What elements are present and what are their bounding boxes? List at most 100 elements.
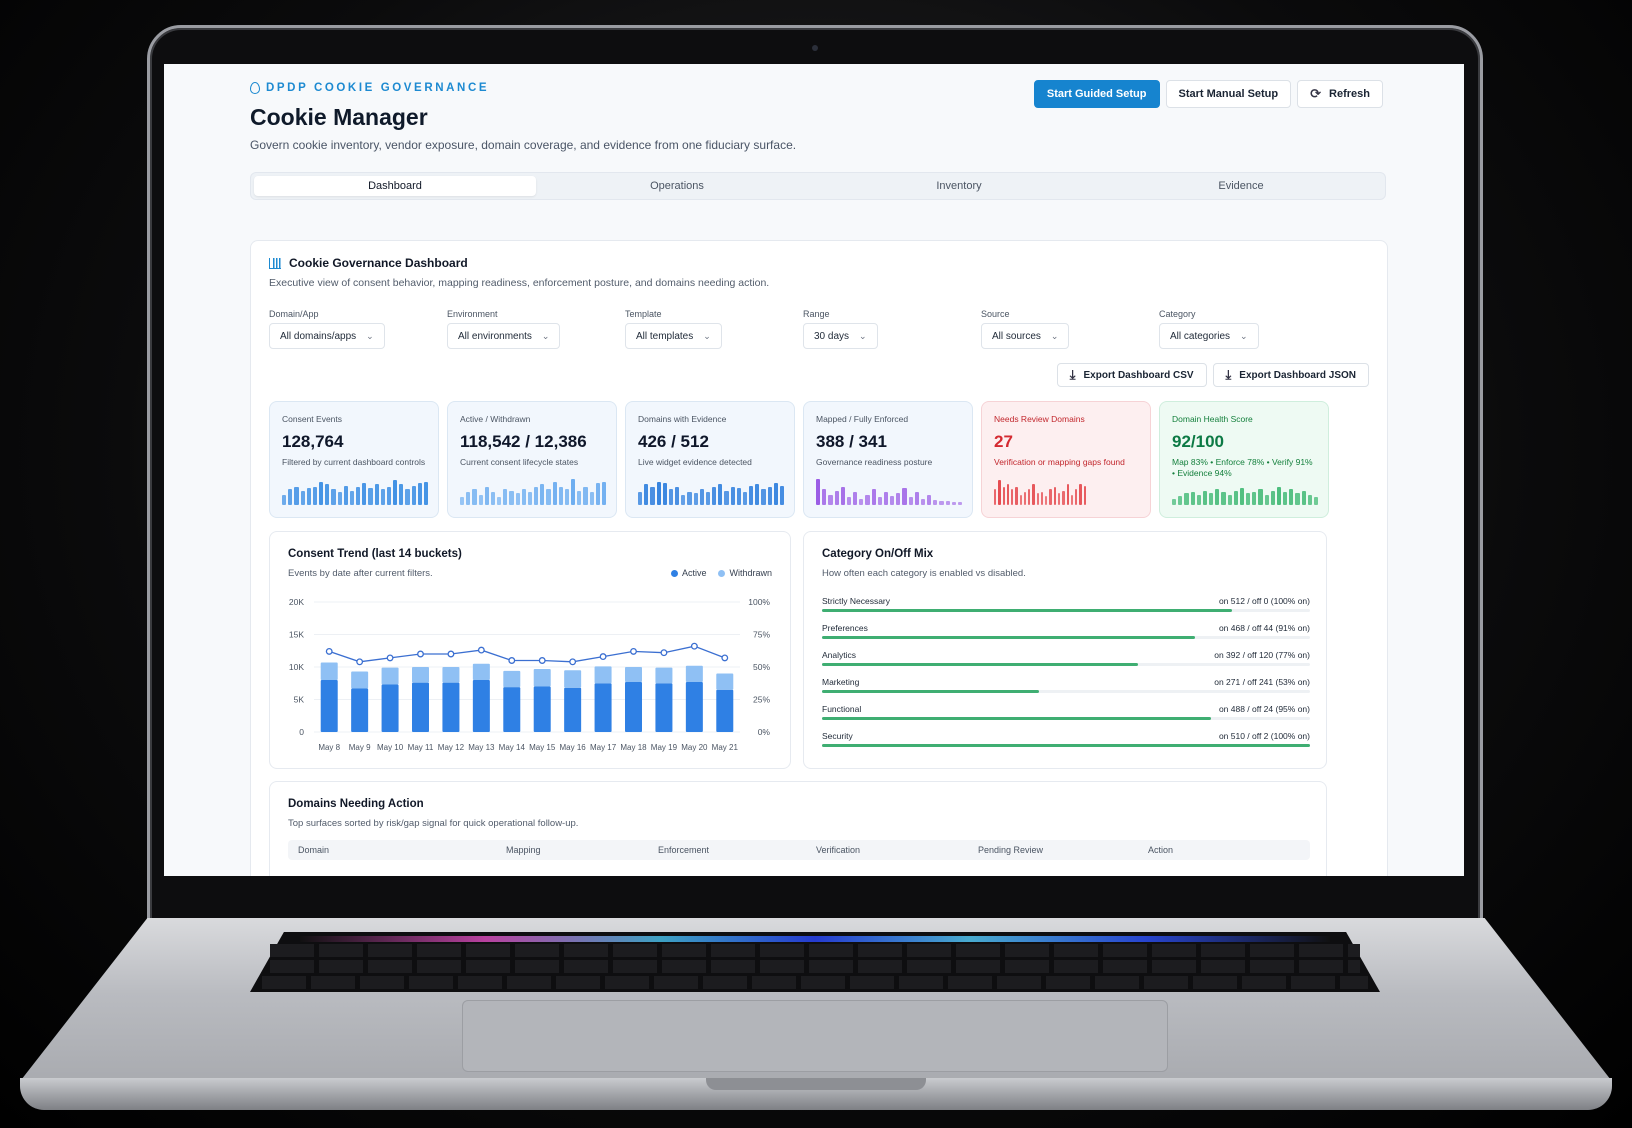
sparkline-bar — [1239, 488, 1245, 505]
keyboard-row — [270, 960, 1360, 973]
mix-track — [822, 663, 1310, 666]
x-tick-label: May 15 — [529, 743, 556, 752]
sparkline-bar — [331, 489, 336, 505]
kpi-row: Consent Events 128,764 Filtered by curre… — [269, 401, 1329, 518]
environment-select[interactable]: All environments ⌄ — [447, 323, 561, 349]
start-guided-setup-button[interactable]: Start Guided Setup — [1033, 80, 1160, 108]
sparkline-bar — [998, 480, 1001, 505]
sparkline-bar — [1032, 484, 1035, 505]
sparkline-bar — [1028, 489, 1031, 505]
x-tick-label: May 17 — [590, 743, 617, 752]
sparkline-bar — [1023, 492, 1027, 505]
sparkline-bar — [564, 489, 570, 505]
tab-dashboard[interactable]: Dashboard — [254, 176, 536, 196]
select-value: 30 days — [814, 330, 850, 342]
template-select[interactable]: All templates ⌄ — [625, 323, 722, 349]
filter-label: Domain/App — [269, 309, 319, 319]
sparkline-bar — [638, 492, 643, 505]
sparkline-bar — [393, 480, 398, 505]
mix-track — [822, 744, 1310, 747]
kpi-note: Filtered by current dashboard controls — [282, 457, 426, 467]
sparkline-bar — [478, 494, 483, 505]
sparkline-bar — [1045, 495, 1048, 505]
x-tick-label: May 20 — [681, 743, 708, 752]
bar-withdrawn — [625, 667, 642, 682]
select-value: All sources — [992, 330, 1041, 342]
keyboard-row — [262, 976, 1368, 989]
dashboard-title: Cookie Governance Dashboard — [269, 256, 468, 270]
sparkline-bar — [589, 492, 594, 505]
laptop-notch — [706, 1078, 926, 1090]
sparkline-bar — [1015, 486, 1018, 505]
legend-item-withdrawn[interactable]: Withdrawn — [718, 568, 772, 578]
select-value: All templates — [636, 330, 694, 342]
sparkline-bar — [571, 479, 576, 505]
sparkline-bar — [1040, 492, 1044, 505]
kpi-note: Map 83% • Enforce 78% • Verify 91% • Evi… — [1172, 457, 1313, 479]
droplet-icon — [250, 82, 260, 94]
mix-fill — [822, 690, 1040, 693]
sparkline-bar — [546, 489, 551, 505]
filter-source: Source All sources ⌄ — [981, 309, 1159, 349]
consent-trend-card: Consent Trend (last 14 buckets) Events b… — [269, 531, 791, 769]
tab-operations[interactable]: Operations — [536, 176, 818, 196]
x-tick-label: May 16 — [560, 743, 587, 752]
sparkline-bar — [730, 486, 735, 505]
mix-category-value: on 271 / off 241 (53% on) — [1214, 677, 1310, 687]
column-header[interactable]: Domain — [298, 845, 329, 855]
page-title: Cookie Manager — [250, 104, 428, 130]
mix-fill — [822, 636, 1196, 639]
column-header[interactable]: Enforcement — [658, 845, 709, 855]
line-point — [386, 654, 394, 662]
source-select[interactable]: All sources ⌄ — [981, 323, 1070, 349]
touch-bar — [300, 936, 1330, 942]
sparkline-bar — [908, 497, 913, 505]
sparkline-bar — [883, 492, 889, 505]
sparkline-bar — [724, 490, 729, 505]
category-select[interactable]: All categories ⌄ — [1159, 323, 1259, 349]
sparkline-bar — [515, 493, 520, 505]
x-tick-label: May 9 — [349, 743, 371, 752]
line-point — [325, 647, 333, 655]
legend-item-active[interactable]: Active — [670, 568, 706, 578]
sparkline-bar — [1178, 495, 1183, 505]
domains-subtitle: Top surfaces sorted by risk/gap signal f… — [288, 818, 579, 829]
kpi-sparkline — [994, 479, 1086, 505]
bar-withdrawn — [503, 670, 521, 688]
chevron-down-icon: ⌄ — [366, 330, 374, 341]
start-manual-setup-button[interactable]: Start Manual Setup — [1165, 80, 1292, 108]
export-csv-button[interactable]: ⤓ Export Dashboard CSV — [1056, 363, 1207, 387]
y-tick-label: 5K — [294, 695, 305, 705]
column-header[interactable]: Pending Review — [978, 845, 1043, 855]
column-header[interactable]: Verification — [816, 845, 860, 855]
line-point — [630, 647, 637, 655]
column-header[interactable]: Mapping — [506, 845, 541, 855]
mix-track — [822, 690, 1310, 693]
export-json-button[interactable]: ⤓ Export Dashboard JSON — [1212, 363, 1369, 387]
keyboard-row — [270, 944, 1360, 957]
column-header[interactable]: Action — [1148, 845, 1173, 855]
bar-active — [412, 682, 429, 732]
sparkline-bar — [656, 481, 661, 505]
kpi-label: Mapped / Fully Enforced — [816, 414, 909, 424]
bar-withdrawn — [320, 662, 338, 680]
domain-select[interactable]: All domains/apps ⌄ — [269, 323, 385, 349]
tab-evidence[interactable]: Evidence — [1100, 176, 1382, 196]
kpi-sparkline — [816, 479, 963, 505]
sparkline-bar — [767, 486, 772, 505]
chevron-down-icon: ⌄ — [1240, 330, 1248, 341]
tab-inventory[interactable]: Inventory — [818, 176, 1100, 196]
sparkline-bar — [490, 492, 496, 505]
sparkline-bar — [583, 486, 588, 505]
category-mix-card: Category On/Off Mix How often each categ… — [803, 531, 1327, 769]
refresh-button[interactable]: ⟳ Refresh — [1297, 80, 1383, 108]
bar-withdrawn — [655, 667, 673, 684]
kpi-label: Active / Withdrawn — [460, 414, 531, 424]
sparkline-bar — [411, 485, 416, 505]
range-select[interactable]: 30 days ⌄ — [803, 323, 878, 349]
download-icon: ⤓ — [1225, 367, 1232, 382]
mix-category-value: on 510 / off 2 (100% on) — [1218, 731, 1310, 741]
sparkline-bar — [927, 494, 932, 505]
sparkline-bar — [294, 486, 299, 505]
sparkline-bar — [1070, 494, 1074, 505]
